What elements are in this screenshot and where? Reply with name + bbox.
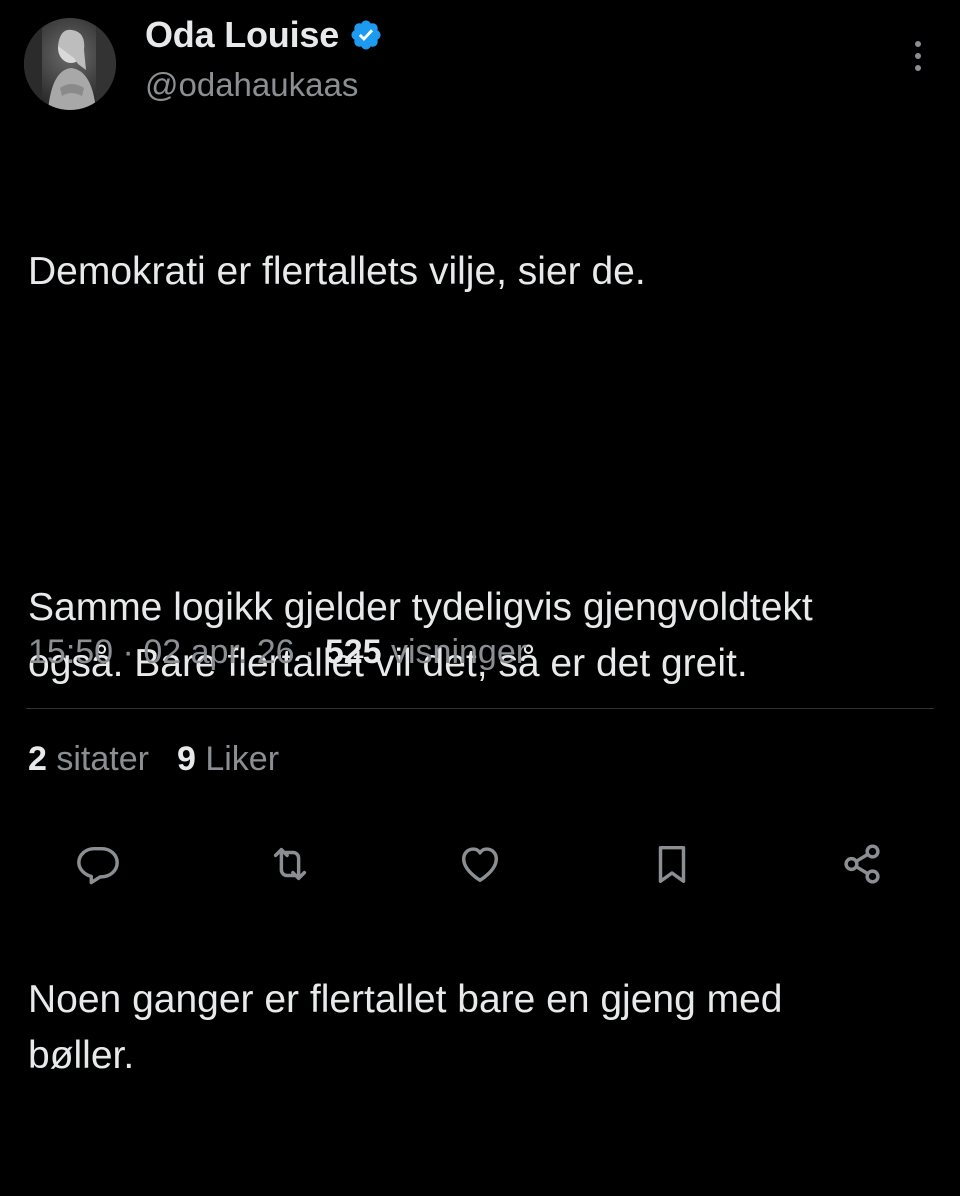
tweet-paragraph: Noen ganger er flertallet bare en gjeng … <box>28 978 794 1077</box>
avatar-image <box>24 18 116 110</box>
heart-icon <box>461 847 499 883</box>
display-name[interactable]: Oda Louise <box>145 14 339 56</box>
verified-badge-icon[interactable] <box>349 18 383 52</box>
quotes-stat[interactable]: 2 sitater <box>28 740 149 779</box>
more-options-icon[interactable] <box>908 38 928 78</box>
tweet-date[interactable]: 02 apr. 26 <box>143 633 294 671</box>
tweet-paragraph-spacer <box>28 412 928 468</box>
tweet-meta: 15:50 · 02 apr. 26 · 525 visninger <box>28 633 527 672</box>
divider <box>26 708 934 709</box>
share-icon <box>844 844 880 884</box>
retweet-icon <box>273 847 307 881</box>
share-button[interactable] <box>834 836 890 892</box>
tweet-time[interactable]: 15:50 <box>28 633 113 671</box>
views-count: 525 <box>324 633 382 671</box>
bookmark-button[interactable] <box>644 836 700 892</box>
retweet-button[interactable] <box>262 836 318 892</box>
likes-stat[interactable]: 9 Liker <box>177 740 279 779</box>
author-handle[interactable]: @odahaukaas <box>145 66 383 104</box>
like-button[interactable] <box>452 836 508 892</box>
quotes-label: sitater <box>56 740 149 778</box>
likes-label: Liker <box>205 740 280 778</box>
reply-button[interactable] <box>70 836 126 892</box>
tweet-detail: Oda Louise @odahaukaas Demokrati er fler… <box>0 0 960 1077</box>
reply-icon <box>77 846 119 885</box>
quotes-count: 2 <box>28 740 47 778</box>
bookmark-icon <box>658 845 686 883</box>
tweet-paragraph: Demokrati er flertallets vilje, sier de. <box>28 250 646 293</box>
display-name-row: Oda Louise <box>145 14 383 56</box>
views-label: visninger <box>391 633 528 671</box>
meta-separator: · <box>122 633 134 671</box>
likes-count: 9 <box>176 740 196 778</box>
tweet-header: Oda Louise @odahaukaas <box>24 14 936 114</box>
tweet-stats: 2 sitater 9 Liker <box>28 740 279 779</box>
action-bar <box>0 836 960 892</box>
author-block: Oda Louise @odahaukaas <box>145 14 383 104</box>
avatar[interactable] <box>24 18 116 110</box>
meta-separator: · <box>304 633 316 671</box>
